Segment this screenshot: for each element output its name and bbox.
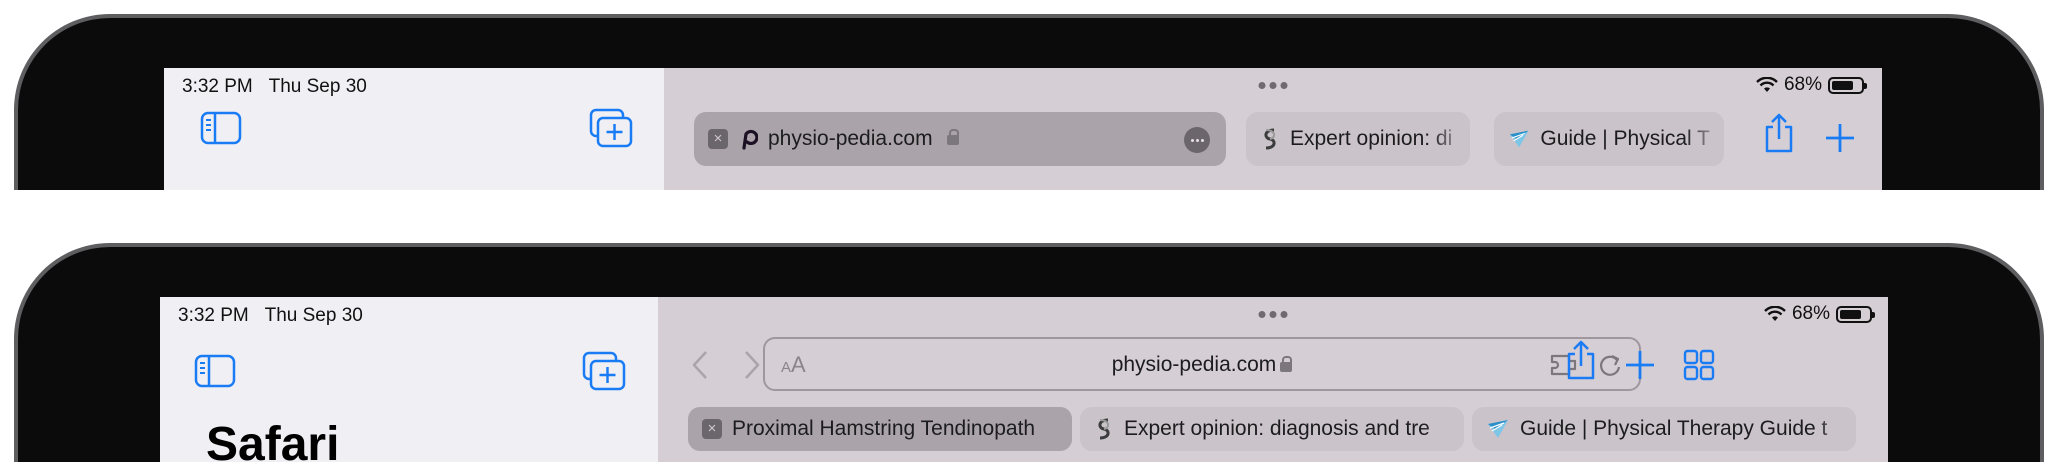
sidebar-toggle-button[interactable] [194, 353, 236, 389]
new-tab-group-button[interactable] [589, 108, 633, 148]
multitasking-dots[interactable] [1258, 82, 1288, 89]
tab-physio-pedia[interactable]: × physio-pedia.com [694, 112, 1226, 166]
tab-title: Expert opinion: di [1290, 127, 1453, 150]
status-indicators: 68% [1764, 303, 1875, 325]
tab-group-add-icon [589, 108, 633, 148]
address-bar[interactable]: AA physio-pedia.com [763, 337, 1641, 391]
sidebar-icon [194, 354, 236, 388]
tab-title: Guide | Physical Therapy Guide t [1520, 417, 1828, 440]
new-tab-button[interactable] [1824, 122, 1856, 154]
content-pane: 68% × physio-pedia.com Expert opinion: d… [664, 68, 1882, 190]
grid-icon [1683, 349, 1715, 381]
plus-icon [1826, 124, 1854, 152]
status-indicators: 68% [1756, 74, 1867, 96]
lock-icon [1280, 356, 1293, 372]
close-icon[interactable]: × [708, 129, 728, 149]
plus-icon [1626, 351, 1654, 379]
multitasking-dots[interactable] [1258, 311, 1288, 318]
expert-opinion-icon [1098, 418, 1110, 440]
screen-top: 3:32 PM Thu Sep 30 68% × physio-pedia.co… [164, 68, 1890, 190]
tab-overview-button[interactable] [1683, 349, 1715, 381]
tab-guide-physical-therapy[interactable]: Guide | Physical Therapy Guide t [1472, 407, 1856, 451]
tab-title: Proximal Hamstring Tendinopath [732, 417, 1036, 440]
status-time: 3:32 PM Thu Sep 30 [178, 305, 363, 326]
tab-expert-opinion[interactable]: Expert opinion: diagnosis and tre [1080, 407, 1464, 451]
share-icon [1765, 113, 1793, 153]
new-tab-button[interactable] [1624, 349, 1656, 381]
battery-icon [1836, 305, 1875, 323]
sidebar-icon [200, 111, 242, 145]
close-icon[interactable]: × [702, 419, 722, 439]
chevron-left-icon [692, 351, 707, 379]
more-options-icon[interactable] [1184, 127, 1210, 153]
tab-title: Expert opinion: diagnosis and tre [1124, 417, 1430, 440]
content-pane: 68% AA physio-pedia.com × Proximal Hamst… [658, 297, 1888, 462]
tab-proximal-hamstring[interactable]: × Proximal Hamstring Tendinopath [688, 407, 1072, 451]
status-time: 3:32 PM Thu Sep 30 [182, 76, 367, 97]
ipad-frame-bottom: 3:32 PM Thu Sep 30 Safari 68% AA physio-… [14, 243, 2044, 462]
wifi-icon [1756, 77, 1778, 92]
forward-button[interactable] [742, 349, 762, 381]
tab-guide-physical-therapy[interactable]: Guide | Physical T [1494, 112, 1724, 166]
sidebar-title: Safari [206, 418, 340, 462]
physiopedia-icon [742, 129, 758, 150]
guide-pt-icon [1509, 130, 1529, 148]
chevron-right-icon [745, 351, 760, 379]
address-url: physio-pedia.com [765, 353, 1639, 377]
tab-title: physio-pedia.com [768, 127, 933, 150]
wifi-icon [1764, 306, 1786, 321]
tab-group-add-icon [582, 351, 626, 391]
ipad-frame-top: 3:32 PM Thu Sep 30 68% × physio-pedia.co… [14, 14, 2044, 190]
new-tab-group-button[interactable] [582, 351, 626, 391]
battery-percent: 68% [1791, 303, 1830, 324]
guide-pt-icon [1488, 420, 1508, 438]
sidebar-pane: 3:32 PM Thu Sep 30 [164, 68, 664, 190]
share-button[interactable] [1564, 339, 1598, 381]
reload-icon [1599, 355, 1621, 376]
back-button[interactable] [690, 349, 710, 381]
screen-bottom: 3:32 PM Thu Sep 30 Safari 68% AA physio-… [160, 297, 1888, 462]
share-icon [1567, 340, 1595, 380]
sidebar-toggle-button[interactable] [200, 110, 242, 146]
battery-icon [1828, 76, 1867, 94]
lock-icon [946, 129, 959, 145]
share-button[interactable] [1762, 112, 1796, 154]
battery-percent: 68% [1783, 74, 1822, 95]
sidebar-pane: 3:32 PM Thu Sep 30 Safari [160, 297, 658, 462]
reload-button[interactable] [1597, 351, 1623, 379]
tab-expert-opinion[interactable]: Expert opinion: di [1246, 112, 1470, 166]
expert-opinion-icon [1264, 128, 1276, 150]
